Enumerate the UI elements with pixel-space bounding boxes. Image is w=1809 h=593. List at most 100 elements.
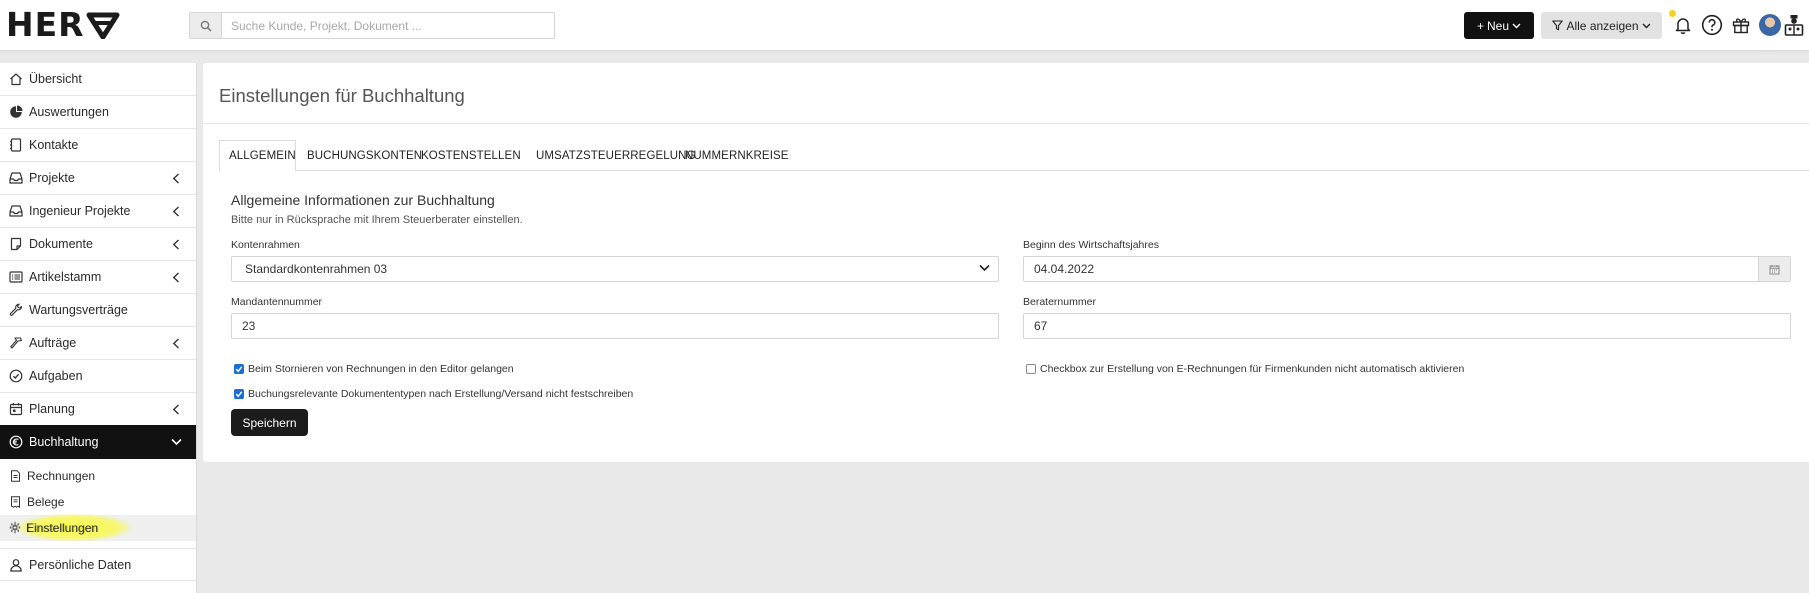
team-icon[interactable] bbox=[1781, 12, 1807, 38]
calendar-icon[interactable] bbox=[1758, 257, 1790, 281]
sidebar-item-auftraege[interactable]: Aufträge bbox=[0, 327, 196, 360]
sidebar-item-kontakte[interactable]: Kontakte bbox=[0, 129, 196, 162]
plus-icon: + bbox=[1476, 18, 1484, 33]
address-book-icon bbox=[9, 138, 23, 152]
chevron-down-icon bbox=[1512, 23, 1521, 28]
section-note: Bitte nur in Rücksprache mit Ihrem Steue… bbox=[231, 214, 523, 226]
mandant-input[interactable]: 23 bbox=[231, 313, 999, 339]
berater-label: Beraternummer bbox=[1023, 296, 1096, 308]
sidebar-item-uebersicht[interactable]: Übersicht bbox=[0, 63, 196, 96]
chevron-left-icon bbox=[172, 338, 179, 349]
gear-icon bbox=[9, 521, 21, 533]
tab-kostenstellen[interactable]: KOSTENSTELLEN bbox=[412, 140, 530, 171]
chevron-down-icon bbox=[171, 438, 182, 446]
receipt-icon bbox=[9, 496, 21, 508]
sidebar-item-label: Dokumente bbox=[29, 237, 93, 251]
erechnung-checkbox-row[interactable]: Checkbox zur Erstellung von E-Rechnungen… bbox=[1026, 363, 1464, 375]
sidebar-item-label: Projekte bbox=[29, 171, 75, 185]
help-icon[interactable] bbox=[1699, 12, 1725, 38]
sidebar-item-dokumente[interactable]: Dokumente bbox=[0, 228, 196, 261]
check-icon bbox=[235, 366, 243, 373]
erechnung-checkbox[interactable] bbox=[1026, 364, 1036, 374]
tab-bar: ALLGEMEIN BUCHUNGSKONTEN KOSTENSTELLEN U… bbox=[219, 140, 1809, 172]
pie-chart-icon bbox=[9, 105, 23, 119]
euro-icon bbox=[9, 435, 23, 449]
sidebar-item-projekte[interactable]: Projekte bbox=[0, 162, 196, 195]
berater-value: 67 bbox=[1034, 319, 1048, 333]
kontenrahmen-select[interactable]: Standardkontenrahmen 03 bbox=[231, 256, 999, 282]
sidebar-item-label: Wartungsverträge bbox=[29, 303, 128, 317]
save-button[interactable]: Speichern bbox=[231, 409, 308, 436]
sidebar-item-wartungsvertraege[interactable]: Wartungsverträge bbox=[0, 294, 196, 327]
sidebar-item-label: Persönliche Daten bbox=[29, 557, 132, 572]
tab-allgemein[interactable]: ALLGEMEIN bbox=[219, 140, 296, 172]
sidebar-item-label: Artikelstamm bbox=[29, 270, 102, 284]
inbox-icon bbox=[9, 204, 23, 218]
filter-button-label: Alle anzeigen bbox=[1566, 18, 1639, 33]
logo-mark-icon bbox=[86, 12, 120, 39]
sidebar-item-label: Kontakte bbox=[29, 138, 79, 152]
new-button[interactable]: + Neu bbox=[1464, 12, 1534, 39]
sidebar-item-label: Buchhaltung bbox=[29, 435, 99, 449]
chevron-left-icon bbox=[172, 404, 179, 415]
festschreiben-checkbox-row[interactable]: Buchungsrelevante Dokumententypen nach E… bbox=[234, 388, 633, 400]
sidebar-item-buchhaltung[interactable]: Buchhaltung bbox=[0, 425, 196, 459]
chevron-left-icon bbox=[172, 173, 179, 184]
divider bbox=[203, 123, 1809, 124]
chevron-down-icon bbox=[1642, 23, 1651, 28]
mandant-label: Mandantennummer bbox=[231, 296, 323, 308]
sidebar-item-label: Ingenieur Projekte bbox=[29, 204, 131, 218]
check-icon bbox=[235, 391, 243, 398]
sidebar-subitem-belege[interactable]: Belege bbox=[0, 489, 196, 515]
filter-icon bbox=[1552, 20, 1564, 31]
hammer-icon bbox=[9, 336, 23, 350]
storno-checkbox-label: Beim Stornieren von Rechnungen in den Ed… bbox=[248, 363, 514, 375]
calendar-icon bbox=[9, 402, 23, 416]
invoice-icon bbox=[9, 470, 21, 482]
home-icon bbox=[9, 72, 23, 86]
sidebar-item-persoenliche-daten[interactable]: Persönliche Daten bbox=[0, 548, 196, 581]
settings-card: Einstellungen für Buchhaltung ALLGEMEIN … bbox=[203, 63, 1809, 462]
search-input[interactable] bbox=[222, 13, 554, 38]
beginn-date-input[interactable]: 04.04.2022 bbox=[1023, 256, 1791, 282]
beginn-label: Beginn des Wirtschaftsjahres bbox=[1023, 239, 1159, 251]
festschreiben-checkbox-label: Buchungsrelevante Dokumententypen nach E… bbox=[248, 388, 634, 400]
mandant-value: 23 bbox=[242, 319, 256, 333]
search-icon[interactable] bbox=[190, 13, 222, 38]
section-title: Allgemeine Informationen zur Buchhaltung bbox=[231, 192, 495, 208]
page-title: Einstellungen für Buchhaltung bbox=[219, 85, 465, 106]
sidebar-item-planung[interactable]: Planung bbox=[0, 393, 196, 426]
hero-logo[interactable]: HER bbox=[6, 5, 120, 44]
sidebar-subitem-label: Belege bbox=[27, 495, 65, 509]
storno-checkbox-row[interactable]: Beim Stornieren von Rechnungen in den Ed… bbox=[234, 363, 514, 375]
sidebar-item-aufgaben[interactable]: Aufgaben bbox=[0, 360, 196, 393]
list-icon bbox=[9, 270, 23, 284]
sidebar-item-label: Planung bbox=[29, 402, 75, 416]
festschreiben-checkbox[interactable] bbox=[234, 389, 244, 399]
tab-nummernkreise[interactable]: NUMMERNKREISE bbox=[676, 140, 798, 171]
kontenrahmen-value: Standardkontenrahmen 03 bbox=[245, 262, 388, 276]
logo-text: HER bbox=[6, 5, 85, 44]
document-icon bbox=[9, 237, 23, 251]
sidebar-item-artikelstamm[interactable]: Artikelstamm bbox=[0, 261, 196, 294]
sidebar-item-auswertungen[interactable]: Auswertungen bbox=[0, 96, 196, 129]
filter-button[interactable]: Alle anzeigen bbox=[1541, 12, 1662, 39]
user-avatar[interactable] bbox=[1759, 14, 1781, 36]
sidebar-item-label: Aufträge bbox=[29, 336, 77, 350]
chevron-down-icon bbox=[979, 264, 990, 272]
user-icon bbox=[9, 558, 23, 572]
sidebar-subitem-rechnungen[interactable]: Rechnungen bbox=[0, 463, 196, 489]
sidebar-subitem-einstellungen-label: Einstellungen bbox=[26, 521, 99, 535]
wrench-icon bbox=[9, 303, 23, 317]
chevron-left-icon bbox=[172, 239, 179, 250]
global-search[interactable] bbox=[189, 12, 555, 39]
storno-checkbox[interactable] bbox=[234, 364, 244, 374]
sidebar-item-ingenieur-projekte[interactable]: Ingenieur Projekte bbox=[0, 195, 196, 228]
sidebar-item-label: Auswertungen bbox=[29, 105, 109, 119]
sidebar-item-label: Aufgaben bbox=[29, 369, 83, 383]
chevron-left-icon bbox=[172, 272, 179, 283]
sidebar-item-label: Übersicht bbox=[29, 72, 82, 86]
gift-icon[interactable] bbox=[1728, 12, 1754, 38]
berater-input[interactable]: 67 bbox=[1023, 313, 1791, 339]
top-bar: HER + Neu Alle anzeigen bbox=[0, 0, 1809, 51]
